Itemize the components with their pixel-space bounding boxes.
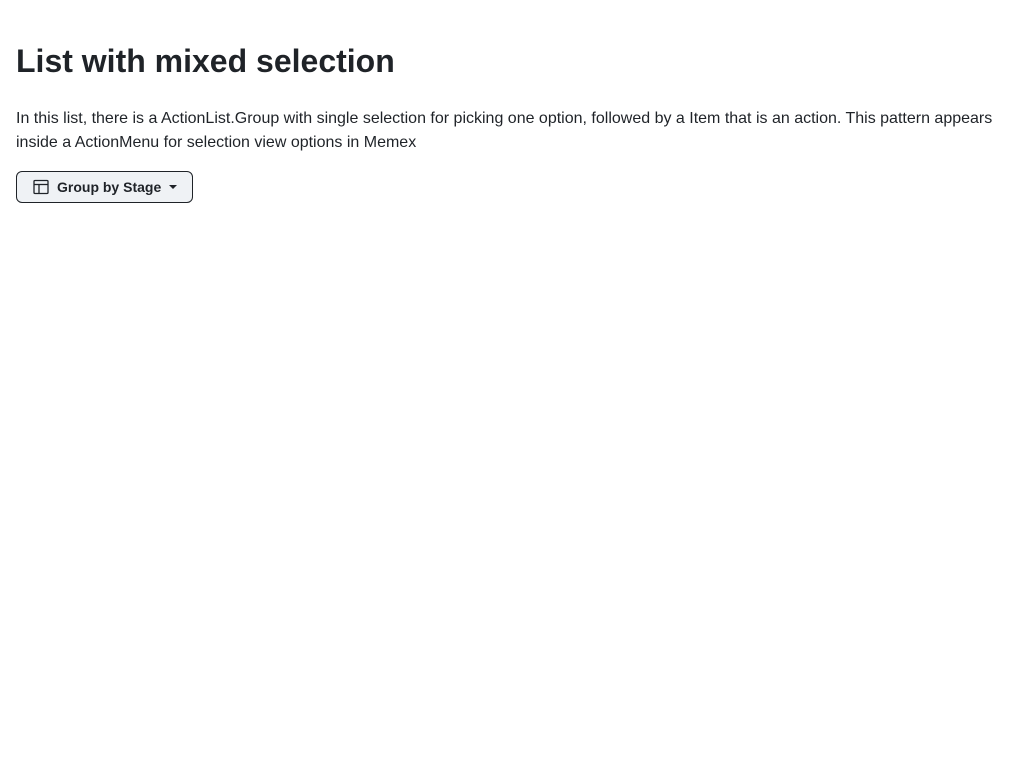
- page-description: In this list, there is a ActionList.Grou…: [16, 110, 993, 151]
- group-by-label: Group by Stage: [57, 179, 162, 195]
- page-title: List with mixed selection: [16, 43, 395, 79]
- page-content: List with mixed selection In this list, …: [0, 0, 1012, 203]
- group-by-menu-button[interactable]: Group by Stage: [16, 171, 194, 203]
- table-icon: [33, 179, 49, 195]
- triangle-down-icon: [169, 185, 178, 189]
